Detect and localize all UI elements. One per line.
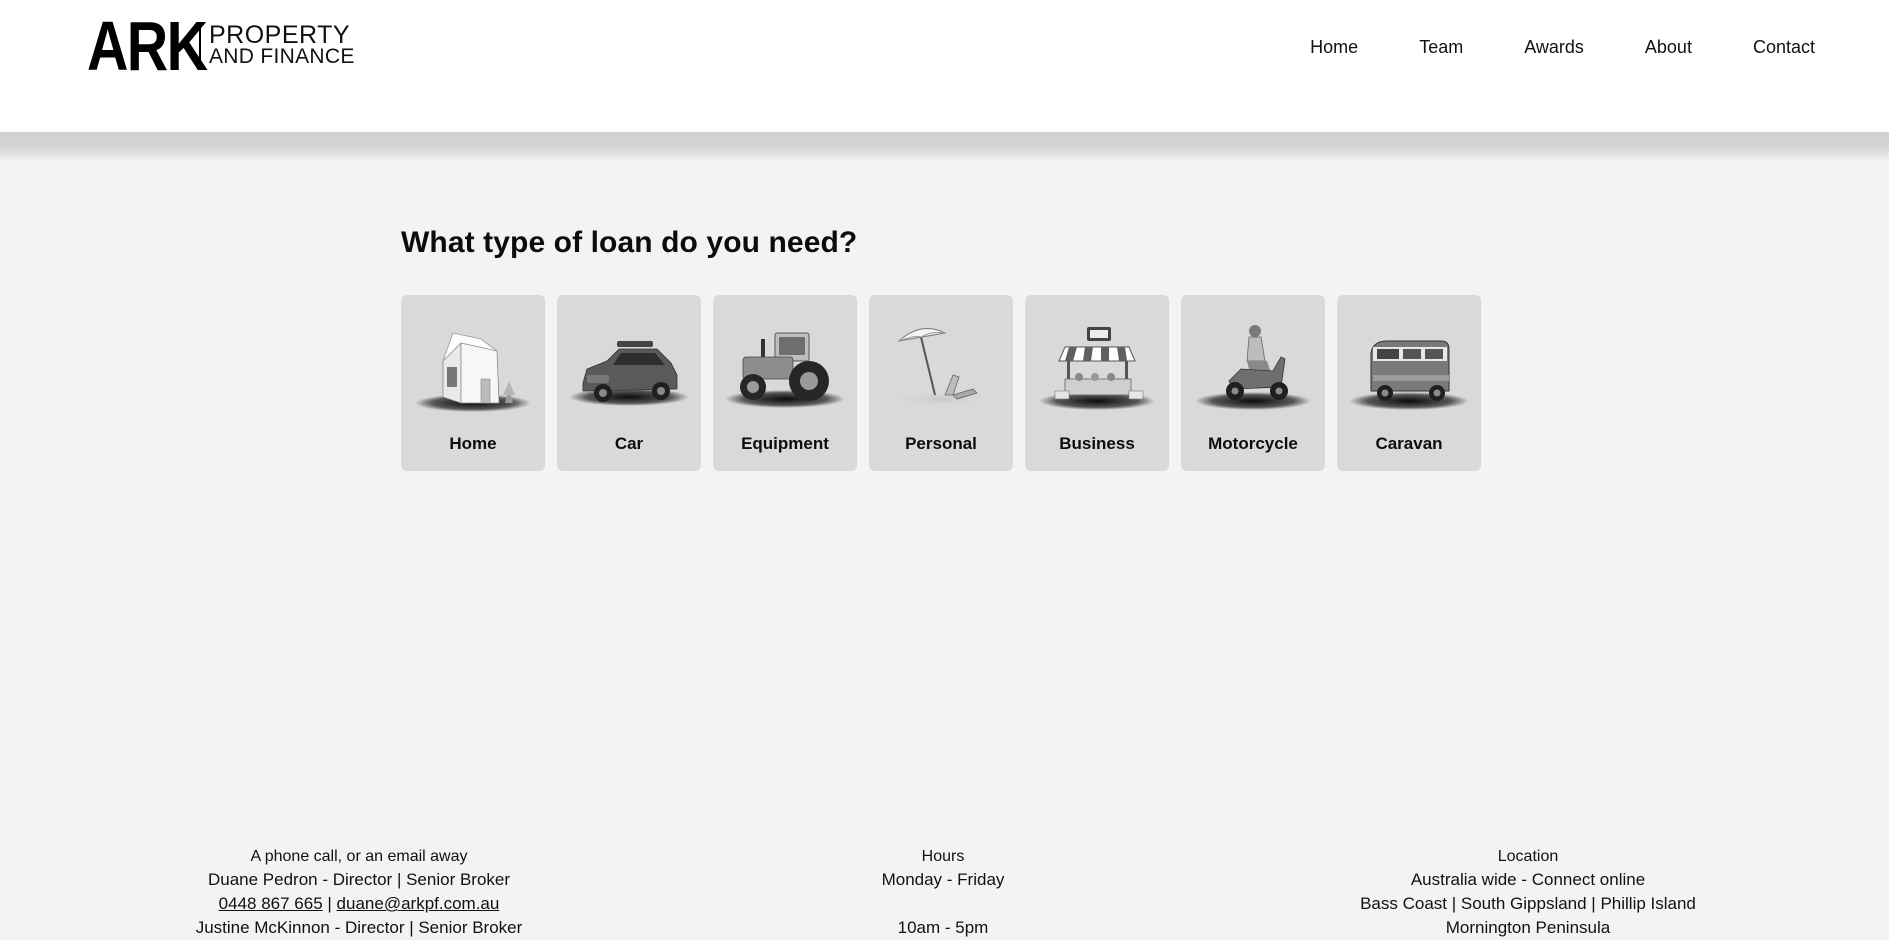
loan-card-motorcycle[interactable]: Motorcycle [1181,295,1325,471]
tractor-icon [725,332,845,408]
email-link[interactable]: duane@arkpf.com.au [337,894,500,913]
campervan-icon [1349,340,1469,410]
loan-type-cards: Home Car Equipment Personal Business Mot… [401,295,1481,471]
house-icon [415,332,531,412]
loan-card-label: Car [614,434,644,453]
footer-location-line-3: Mornington Peninsula [1445,918,1611,937]
nav-contact[interactable]: Contact [1753,36,1815,58]
loan-card-label: Personal [905,434,977,453]
nav-team[interactable]: Team [1419,36,1463,58]
main-nav: Home Team Awards About Contact [1249,36,1815,58]
loan-card-label: Motorcycle [1208,434,1298,453]
loan-card-label: Caravan [1375,434,1443,453]
logo-mark: ARK [87,7,208,85]
nav-home[interactable]: Home [1310,36,1358,58]
site-header: ARK PROPERTY AND FINANCE Home Team Award… [0,0,1889,132]
footer-hours-days: Monday - Friday [881,870,1005,889]
footer-person-2: Justine McKinnon - Director | Senior Bro… [195,918,523,937]
footer-location-line-1: Australia wide - Connect online [1410,870,1646,889]
footer-contact-title: A phone call, or an email away [250,848,468,865]
loan-card-label: Equipment [741,434,829,453]
footer-location-line-2: Bass Coast | South Gippsland | Phillip I… [1360,894,1696,913]
footer-contact: A phone call, or an email away Duane Ped… [158,846,560,940]
phone-link[interactable]: 0448 867 665 [219,894,323,913]
scooter-icon [1195,325,1311,410]
footer-contact-links: 0448 867 665 | duane@arkpf.com.au [158,892,560,916]
loan-card-business[interactable]: Business [1025,295,1169,471]
logo-line-2: AND FINANCE [209,45,355,68]
footer-location: Location Australia wide - Connect online… [1328,846,1728,940]
loan-card-home[interactable]: Home [401,295,545,471]
footer-location-title: Location [1497,848,1559,865]
footer-hours: Hours Monday - Friday 10am - 5pm [793,846,1093,940]
loan-card-label: Business [1059,434,1135,453]
link-separator: | [327,894,332,913]
logo-line-1: PROPERTY [209,21,351,49]
footer-hours-spacer [793,892,1093,916]
footer-hours-time: 10am - 5pm [897,918,989,937]
loan-card-car[interactable]: Car [557,295,701,471]
car-icon [569,341,689,406]
page-heading: What type of loan do you need? [401,226,858,259]
logo-text: PROPERTY AND FINANCE [209,21,355,68]
header-shadow [0,132,1889,162]
loan-card-personal[interactable]: Personal [869,295,1013,471]
footer-hours-title: Hours [921,848,965,865]
beach-umbrella-icon [887,328,995,407]
logo[interactable]: ARK PROPERTY AND FINANCE [87,7,355,85]
loan-card-equipment[interactable]: Equipment [713,295,857,471]
loan-card-label: Home [449,434,497,453]
nav-awards[interactable]: Awards [1524,36,1584,58]
loan-card-caravan[interactable]: Caravan [1337,295,1481,471]
nav-about[interactable]: About [1645,36,1692,58]
market-stall-icon [1039,327,1155,410]
footer-person-1: Duane Pedron - Director | Senior Broker [207,870,511,889]
